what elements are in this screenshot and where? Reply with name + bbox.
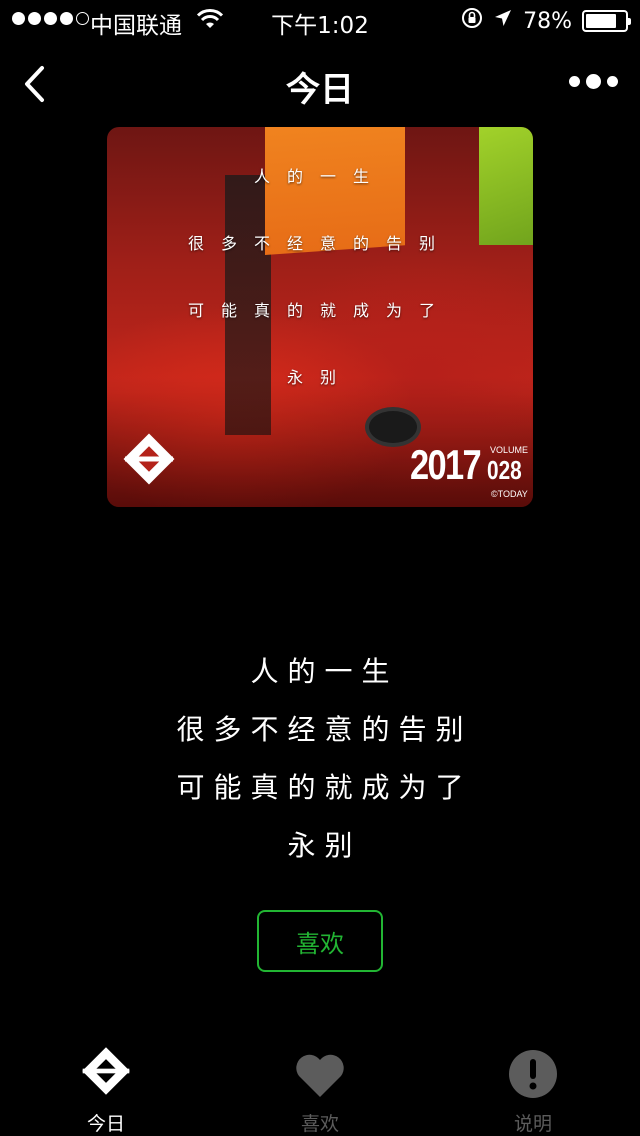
tab-likes[interactable]: 喜欢 <box>250 1040 390 1136</box>
battery-fill <box>586 14 616 28</box>
quote-line: 可能真的就成为了 <box>176 771 473 804</box>
cover-volume-label: VOLUME <box>490 445 529 455</box>
cover-line: 人的一生 <box>253 167 386 186</box>
quote-line: 人的一生 <box>250 655 399 688</box>
battery-icon <box>582 10 631 32</box>
tab-info[interactable]: 说明 <box>463 1040 603 1136</box>
today-logo-icon <box>78 1040 134 1099</box>
rotation-lock-icon <box>461 7 483 35</box>
cover-text: 人的一生 很多不经意的告别 可能真的就成为了 永别 <box>107 167 533 435</box>
tab-today[interactable]: 今日 <box>36 1040 176 1136</box>
status-bar: 中国联通 下午1:02 78% <box>0 0 640 40</box>
quote-line: 永别 <box>287 829 362 862</box>
cover-volume-number: 028 <box>487 455 522 485</box>
tab-label: 今日 <box>86 1113 125 1135</box>
like-button[interactable]: 喜欢 <box>257 910 383 972</box>
quote-line: 很多不经意的告别 <box>176 713 473 746</box>
cover-line: 很多不经意的告别 <box>187 234 452 253</box>
tab-label: 说明 <box>513 1113 552 1135</box>
today-logo-icon <box>119 429 179 493</box>
cover-year: 2017 <box>410 441 482 488</box>
cover-line: 可能真的就成为了 <box>187 301 452 320</box>
cover-image[interactable]: 人的一生 很多不经意的告别 可能真的就成为了 永别 2017 VOLUME 02… <box>107 127 533 507</box>
battery-percent: 78% <box>523 8 572 34</box>
more-button[interactable] <box>569 74 618 89</box>
location-arrow-icon <box>493 8 513 34</box>
navigation-bar: 今日 <box>0 40 640 128</box>
tab-label: 喜欢 <box>300 1113 339 1135</box>
more-dots-icon <box>569 76 580 87</box>
cover-line: 永别 <box>286 368 353 387</box>
info-exclamation-icon <box>508 1040 558 1099</box>
heart-icon <box>293 1040 347 1099</box>
cover-copyright: ©TODAY <box>491 489 528 499</box>
page-title: 今日 <box>286 70 354 110</box>
tab-bar: 今日 喜欢 说明 <box>0 1040 640 1136</box>
quote-text: 人的一生 很多不经意的告别 可能真的就成为了 永别 <box>0 650 640 882</box>
app-screen: 中国联通 下午1:02 78% 今日 人的一生 很多不经意的告别 可能真的就成为… <box>0 0 640 1136</box>
